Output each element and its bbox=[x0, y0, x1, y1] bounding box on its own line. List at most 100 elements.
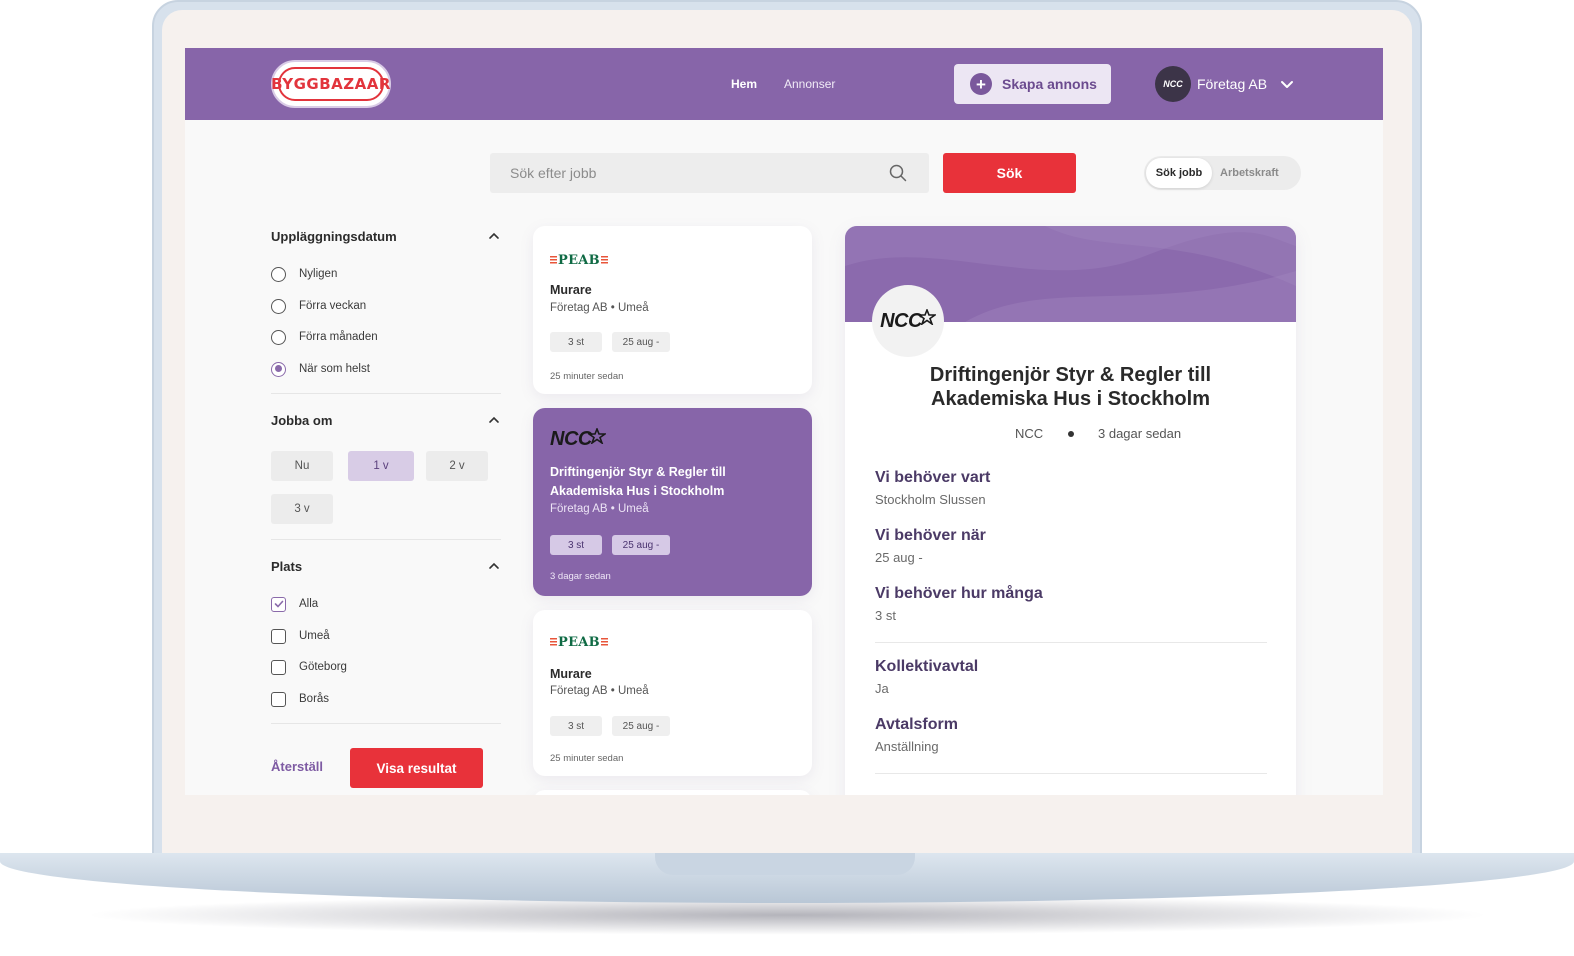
checkbox-option-boras[interactable]: Borås bbox=[271, 690, 329, 708]
logo-text: BYGGBAZAAR bbox=[271, 75, 391, 93]
checkmark-icon bbox=[274, 600, 283, 608]
field-value: 25 aug - bbox=[875, 550, 923, 565]
field-value: 3 st bbox=[875, 608, 896, 623]
detail-posted: 3 dagar sedan bbox=[1098, 426, 1182, 441]
create-ad-button[interactable]: + Skapa annons bbox=[954, 64, 1111, 104]
nav-ads-link[interactable]: Annonser bbox=[784, 77, 835, 91]
laptop-notch bbox=[655, 853, 915, 875]
field-value: Anställning bbox=[875, 739, 939, 754]
job-title: Driftingenjör Styr & Regler till Akademi… bbox=[550, 465, 726, 498]
checkbox-label: Göteborg bbox=[299, 661, 347, 673]
filter-work-in-title: Jobba om bbox=[271, 413, 333, 428]
create-ad-label: Skapa annons bbox=[1002, 76, 1097, 92]
radio-label: Förra månaden bbox=[299, 331, 378, 343]
peab-logo: PEAB bbox=[550, 252, 608, 268]
chevron-down-icon[interactable] bbox=[1279, 76, 1295, 92]
user-name[interactable]: Företag AB bbox=[1197, 76, 1267, 92]
radio-label: När som helst bbox=[299, 363, 370, 375]
chip-2-weeks[interactable]: 2 v bbox=[426, 451, 488, 481]
checkbox-option-all[interactable]: Alla bbox=[271, 595, 318, 613]
filter-place-title: Plats bbox=[271, 559, 303, 574]
checkbox-option-umea[interactable]: Umeå bbox=[271, 627, 330, 645]
toggle-search-jobs[interactable]: Sök jobb bbox=[1146, 158, 1212, 188]
quantity-tag: 3 st bbox=[550, 332, 602, 352]
chip-3-weeks[interactable]: 3 v bbox=[271, 494, 333, 524]
quantity-tag: 3 st bbox=[550, 716, 602, 736]
search-mode-toggle: Sök jobb Arbetskraft bbox=[1144, 156, 1301, 190]
radio-option-last-month[interactable]: Förra månaden bbox=[271, 328, 378, 346]
checkbox[interactable] bbox=[271, 691, 286, 707]
filter-divider bbox=[271, 393, 501, 394]
job-detail-title: Driftingenjör Styr & Regler till Akademi… bbox=[845, 363, 1296, 411]
peab-logo-text: PEAB bbox=[558, 252, 600, 268]
toggle-workforce[interactable]: Arbetskraft bbox=[1220, 156, 1279, 190]
field-label: Vi behöver när bbox=[875, 527, 986, 544]
job-card-selected[interactable]: NCC Driftingenjör Styr & Regler till Aka… bbox=[533, 408, 812, 596]
chevron-up-icon[interactable] bbox=[487, 559, 501, 573]
ncc-logo-text: NCC bbox=[550, 428, 592, 450]
filter-date-title: Uppläggningsdatum bbox=[271, 229, 397, 244]
field-label: Kollektivavtal bbox=[875, 658, 979, 675]
user-avatar[interactable]: NCC bbox=[1155, 66, 1191, 102]
field-label: Vi behöver vart bbox=[875, 469, 991, 486]
radio-option-recent[interactable]: Nyligen bbox=[271, 265, 337, 283]
job-card[interactable]: PEAB Murare Företag AB • Umeå 3 st 25 au… bbox=[533, 610, 812, 776]
ncc-logo: NCC bbox=[550, 427, 606, 451]
radio-button-selected[interactable] bbox=[271, 361, 286, 377]
job-card[interactable]: PEAB Murare Företag AB • Umeå 3 st 25 au… bbox=[533, 226, 812, 394]
nav-home-link[interactable]: Hem bbox=[731, 77, 757, 91]
posted-time: 25 minuter sedan bbox=[550, 753, 624, 764]
detail-divider bbox=[875, 773, 1267, 774]
checkbox-option-goteborg[interactable]: Göteborg bbox=[271, 658, 347, 676]
chevron-up-icon[interactable] bbox=[487, 413, 501, 427]
job-card[interactable] bbox=[533, 790, 812, 795]
posted-time: 25 minuter sedan bbox=[550, 371, 624, 382]
star-icon bbox=[917, 309, 936, 325]
radio-button[interactable] bbox=[271, 329, 286, 345]
top-navbar: BYGGBAZAAR Hem Annonser + Skapa annons N… bbox=[185, 48, 1383, 120]
posted-time: 3 dagar sedan bbox=[550, 571, 611, 582]
radio-label: Förra veckan bbox=[299, 300, 367, 312]
radio-button[interactable] bbox=[271, 266, 286, 282]
peab-logo: PEAB bbox=[550, 634, 608, 650]
job-company-location: Företag AB • Umeå bbox=[550, 503, 649, 515]
date-tag: 25 aug - bbox=[612, 332, 670, 352]
search-button[interactable]: Sök bbox=[943, 153, 1076, 193]
checkbox-label: Borås bbox=[299, 693, 330, 705]
filter-divider bbox=[271, 539, 501, 540]
search-input[interactable] bbox=[490, 153, 880, 193]
reset-filters-link[interactable]: Återställ bbox=[271, 759, 323, 774]
radio-option-anytime[interactable]: När som helst bbox=[271, 360, 370, 378]
filter-divider bbox=[271, 723, 501, 724]
field-label: Avtalsform bbox=[875, 716, 958, 733]
job-company-location: Företag AB • Umeå bbox=[550, 685, 649, 697]
field-label: Vi behöver hur många bbox=[875, 585, 1043, 602]
job-detail-panel: NCC Driftingenjör Styr & Regler till Aka… bbox=[845, 226, 1296, 795]
radio-button[interactable] bbox=[271, 298, 286, 314]
job-company-location: Företag AB • Umeå bbox=[550, 302, 649, 314]
checkbox-label: Alla bbox=[299, 598, 319, 610]
job-detail-title-line: Akademiska Hus i Stockholm bbox=[931, 388, 1210, 410]
separator-dot bbox=[1068, 431, 1074, 437]
ncc-logo-text: NCC bbox=[880, 309, 922, 332]
detail-divider bbox=[875, 642, 1267, 643]
search-box bbox=[490, 153, 929, 193]
search-icon[interactable] bbox=[889, 164, 907, 182]
checkbox-checked[interactable] bbox=[271, 596, 286, 612]
radio-option-last-week[interactable]: Förra veckan bbox=[271, 297, 366, 315]
byggbazaar-logo[interactable]: BYGGBAZAAR bbox=[271, 60, 391, 108]
quantity-tag: 3 st bbox=[550, 535, 602, 555]
show-results-button[interactable]: Visa resultat bbox=[350, 748, 483, 788]
chip-now[interactable]: Nu bbox=[271, 451, 333, 481]
field-value: Ja bbox=[875, 681, 889, 696]
star-icon bbox=[587, 427, 606, 444]
checkbox[interactable] bbox=[271, 659, 286, 675]
date-tag: 25 aug - bbox=[612, 535, 670, 555]
app-screen: BYGGBAZAAR Hem Annonser + Skapa annons N… bbox=[185, 48, 1383, 795]
peab-logo-text: PEAB bbox=[558, 634, 600, 650]
checkbox[interactable] bbox=[271, 628, 286, 644]
job-detail-title-line: Driftingenjör Styr & Regler till bbox=[929, 364, 1212, 386]
chevron-up-icon[interactable] bbox=[487, 229, 501, 243]
chip-1-week[interactable]: 1 v bbox=[348, 451, 414, 481]
job-title: Murare bbox=[550, 283, 592, 297]
